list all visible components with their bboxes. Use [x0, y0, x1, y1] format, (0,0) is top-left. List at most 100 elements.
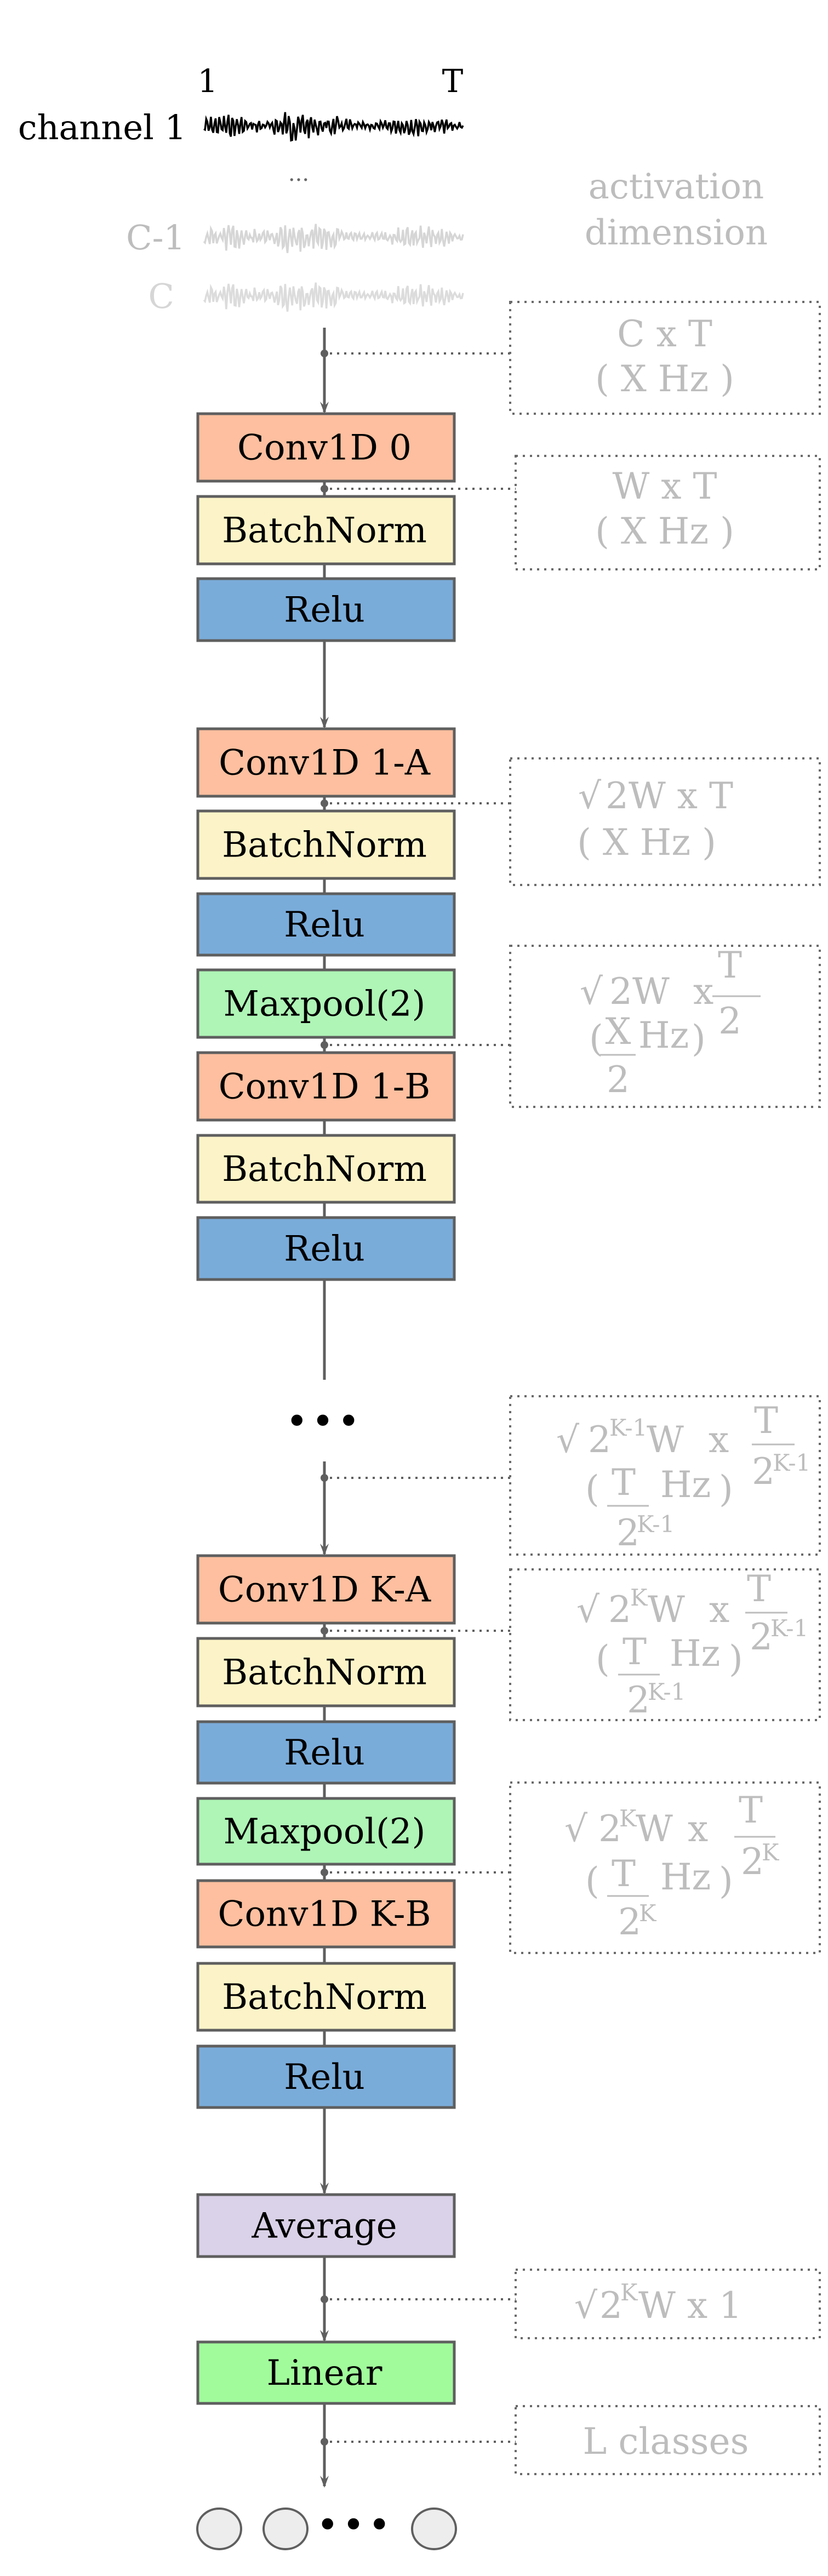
junction-dot — [321, 485, 328, 493]
time-start-label: 1 — [198, 62, 218, 100]
w-term: W — [648, 1589, 685, 1631]
exponent: K — [630, 1584, 648, 1611]
dimension-box-pool-k: √ 2 K W x T 2 K ( T 2 K Hz ) — [509, 1781, 821, 1954]
time-end-label: T — [442, 62, 464, 100]
dimension-line: C x T — [617, 313, 712, 355]
dimension-header: activation — [589, 167, 764, 207]
layer-label: BatchNorm — [222, 1977, 427, 2018]
dimension-term: 2W — [609, 970, 670, 1013]
times-symbol: x — [693, 970, 713, 1013]
fraction-denominator: 2 — [741, 1841, 764, 1883]
w-term: W — [636, 1808, 673, 1850]
exponent: K-1 — [648, 1678, 686, 1705]
exponent: K — [619, 1805, 637, 1832]
dimension-line: 2W x T — [606, 775, 733, 817]
paren-close: ) — [692, 1018, 706, 1060]
dimension-line: W x T — [612, 465, 717, 507]
sqrt-symbol: √ — [556, 1419, 580, 1461]
sqrt-symbol: √ — [576, 1589, 600, 1631]
fraction-denominator: 2 — [752, 1450, 775, 1493]
junction-dot — [321, 1869, 328, 1876]
junction-dot — [321, 350, 328, 357]
layer-conv: Conv1D 0 — [196, 412, 456, 483]
dimension-box-block-k-input: √ 2 K-1 W x T 2 K-1 ( T 2 K-1 Hz ) — [509, 1395, 821, 1556]
exponent: K-1 — [609, 1414, 647, 1441]
channel-ellipsis: ... — [288, 161, 309, 186]
paren-open: ( — [585, 1860, 599, 1902]
layer-label: Linear — [267, 2353, 382, 2394]
layer-batchnorm: BatchNorm — [196, 1134, 456, 1204]
junction-dot — [321, 1627, 328, 1635]
output-node — [196, 2508, 242, 2550]
layer-label: BatchNorm — [222, 1653, 427, 1693]
sqrt-symbol: √ — [580, 970, 603, 1013]
layer-label: Relu — [284, 590, 365, 631]
junction-dot — [321, 799, 328, 807]
dimension-box-conv1a: √ 2W x T ( X Hz ) — [509, 757, 821, 886]
layer-label: Conv1D K-A — [218, 1570, 431, 1610]
exponent: K — [639, 1900, 657, 1927]
dimension-box-output: L classes — [515, 2405, 821, 2475]
channel-waveform — [203, 224, 464, 253]
layer-average: Average — [196, 2193, 456, 2258]
dimension-box-conv0: W x T ( X Hz ) — [515, 455, 821, 570]
junction-dot — [321, 1041, 328, 1049]
block-ellipsis: ••• — [285, 1399, 363, 1444]
dimension-line: L classes — [583, 2420, 749, 2463]
base: 2 — [599, 2284, 623, 2327]
output-nodes: ••• — [196, 2503, 457, 2550]
dimension-annotations: C x T ( X Hz ) W x T ( X Hz ) √ 2W x T (… — [509, 301, 821, 2475]
layer-batchnorm: BatchNorm — [196, 809, 456, 880]
architecture-diagram: 1 T channel 1 ... C-1 C activation dimen… — [18, 62, 821, 2550]
layer-label: Average — [251, 2206, 397, 2247]
layer-label: Relu — [284, 905, 365, 945]
paren-close: ) — [719, 1468, 733, 1510]
paren-close: ) — [729, 1638, 743, 1680]
channel-waveform — [203, 282, 464, 312]
layer-conv: Conv1D 1-B — [196, 1051, 456, 1122]
layer-linear: Linear — [196, 2340, 456, 2405]
paren-open: ( — [596, 1638, 610, 1680]
output-node — [411, 2508, 457, 2550]
dimension-line: ( X Hz ) — [595, 358, 734, 400]
junction-dot — [321, 2438, 328, 2446]
hz-unit: Hz — [670, 1632, 720, 1675]
dimension-line: ( X Hz ) — [595, 510, 734, 552]
base: 2 — [608, 1589, 631, 1631]
sqrt-symbol: √ — [564, 1808, 588, 1850]
layer-label: Conv1D K-B — [218, 1894, 431, 1935]
paren-close: ) — [719, 1860, 733, 1902]
hz-numerator: T — [612, 1461, 636, 1504]
exponent: K-1 — [773, 1449, 810, 1476]
layer-label: Conv1D 0 — [237, 428, 412, 469]
layer-relu: Relu — [196, 1720, 456, 1785]
hz-numerator: T — [623, 1631, 647, 1673]
exponent: K — [762, 1839, 780, 1866]
layer-conv: Conv1D K-B — [196, 1879, 456, 1949]
dimension-line: W x 1 — [638, 2284, 742, 2327]
layer-relu: Relu — [196, 2044, 456, 2109]
hz-unit: Hz — [660, 1464, 711, 1506]
layer-maxpool: Maxpool(2) — [196, 1797, 456, 1866]
output-node — [262, 2508, 309, 2550]
fraction-numerator: T — [754, 1400, 778, 1442]
input-signal: 1 T channel 1 ... C-1 C — [18, 62, 464, 316]
layer-label: Conv1D 1-A — [219, 743, 431, 784]
layer-label: Conv1D 1-B — [219, 1067, 431, 1107]
channel-label: C-1 — [126, 218, 185, 258]
paren-open: ( — [585, 1468, 599, 1510]
layer-batchnorm: BatchNorm — [196, 1637, 456, 1707]
layer-relu: Relu — [196, 577, 456, 642]
hz-unit: Hz — [638, 1014, 689, 1056]
base: 2 — [598, 1808, 621, 1850]
base: 2 — [588, 1419, 611, 1461]
sqrt-symbol: √ — [578, 775, 602, 817]
exponent: K-1 — [637, 1511, 675, 1538]
junction-dot — [321, 1474, 328, 1482]
times-symbol: x — [688, 1808, 708, 1850]
layer-label: Relu — [284, 2057, 365, 2098]
layer-label: BatchNorm — [222, 825, 427, 866]
fraction-denominator: 2 — [718, 1000, 741, 1042]
exponent: K — [620, 2279, 638, 2306]
dimension-box-pool1: √ 2W x T 2 ( X 2 Hz ) — [509, 944, 821, 1108]
